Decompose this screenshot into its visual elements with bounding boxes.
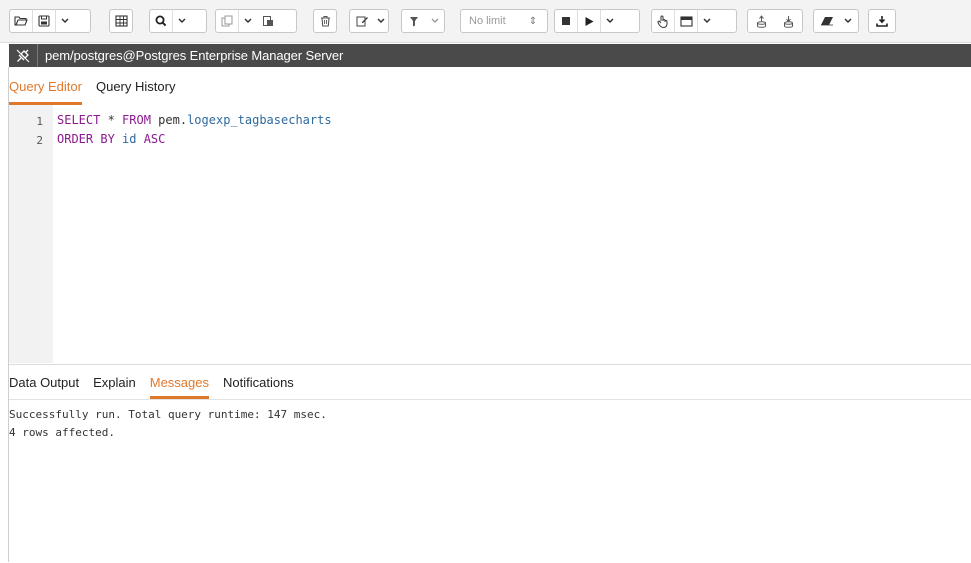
clear-group — [813, 9, 859, 33]
explain-analyze-button[interactable] — [675, 10, 697, 32]
edit-grid-button[interactable] — [110, 10, 132, 32]
stop-icon — [562, 17, 570, 25]
download-group — [868, 9, 896, 33]
hand-pointer-icon — [657, 15, 668, 28]
output-panel: Data Output Explain Messages Notificatio… — [9, 364, 971, 563]
save-options-caret[interactable] — [55, 10, 74, 32]
delete-group — [313, 9, 337, 33]
open-file-button[interactable] — [10, 10, 32, 32]
table-grid-icon — [114, 15, 128, 27]
message-line: Successfully run. Total query runtime: 1… — [9, 408, 327, 421]
save-icon — [38, 15, 50, 27]
execute-group — [554, 9, 640, 33]
commit-button[interactable] — [748, 10, 775, 32]
save-file-button[interactable] — [33, 10, 55, 32]
line-number: 2 — [36, 134, 43, 147]
rollback-button[interactable] — [775, 10, 802, 32]
query-toolbar: No limit ⇕ — [0, 0, 971, 43]
folder-open-icon — [14, 16, 28, 26]
clear-options-caret[interactable] — [840, 10, 856, 32]
tab-data-output[interactable]: Data Output — [9, 375, 79, 399]
line-number: 1 — [36, 115, 43, 128]
chevron-down-icon — [377, 18, 385, 24]
connection-label: pem/postgres@Postgres Enterprise Manager… — [45, 48, 344, 63]
tab-explain[interactable]: Explain — [93, 375, 136, 399]
message-line: 4 rows affected. — [9, 426, 115, 439]
paste-icon — [263, 16, 273, 26]
sql-keyword: SELECT — [57, 113, 101, 127]
chevron-down-icon — [244, 18, 252, 24]
sql-schema: pem. — [150, 113, 188, 127]
chevron-down-icon — [844, 18, 852, 24]
copy-icon — [221, 15, 233, 27]
tab-messages[interactable]: Messages — [149, 375, 209, 399]
download-icon — [876, 16, 888, 27]
edit-options-caret[interactable] — [374, 10, 388, 32]
stop-button[interactable] — [555, 10, 577, 32]
trash-icon — [320, 15, 330, 27]
plug-disconnected-icon — [16, 49, 30, 62]
tab-notifications[interactable]: Notifications — [223, 375, 294, 399]
chevron-down-icon — [606, 18, 614, 24]
delete-row-button[interactable] — [314, 10, 336, 32]
explain-options-caret[interactable] — [697, 10, 716, 32]
clear-button[interactable] — [814, 10, 840, 32]
line-number-gutter: 1 2 — [9, 105, 53, 363]
updown-arrows-icon: ⇕ — [528, 15, 538, 27]
tab-query-history[interactable]: Query History — [96, 79, 175, 105]
filter-group — [401, 9, 445, 33]
chevron-down-icon — [703, 18, 711, 24]
commit-icon — [757, 14, 766, 28]
window-icon — [679, 15, 693, 27]
eraser-icon — [821, 17, 833, 26]
search-icon — [155, 15, 167, 27]
sql-keyword: ORDER BY — [57, 132, 115, 146]
sql-operator: * — [100, 113, 123, 127]
chevron-down-icon — [178, 18, 186, 24]
grid-group — [109, 9, 133, 33]
play-icon — [585, 16, 594, 26]
messages-output: Successfully run. Total query runtime: 1… — [9, 406, 327, 442]
edit-group — [349, 9, 389, 33]
row-limit-select[interactable]: No limit ⇕ — [460, 9, 548, 33]
find-group — [149, 9, 207, 33]
output-tabs: Data Output Explain Messages Notificatio… — [9, 375, 971, 400]
execute-button[interactable] — [578, 10, 600, 32]
transaction-group — [747, 9, 803, 33]
tab-query-editor[interactable]: Query Editor — [9, 79, 82, 105]
find-options-caret[interactable] — [172, 10, 191, 32]
row-limit-value: No limit — [469, 15, 506, 27]
filter-icon — [410, 16, 418, 26]
copy-button[interactable] — [216, 10, 238, 32]
filter-button[interactable] — [402, 10, 426, 32]
explain-button[interactable] — [652, 10, 674, 32]
sql-column: id — [114, 132, 144, 146]
explain-group — [651, 9, 737, 33]
editor-tabs: Query Editor Query History — [9, 79, 971, 106]
code-line-1[interactable]: SELECT * FROM pem.logexp_tagbasecharts — [57, 113, 332, 127]
rollback-icon — [784, 15, 793, 28]
connection-status-icon[interactable] — [9, 44, 38, 67]
filter-options-caret[interactable] — [426, 10, 444, 32]
sql-editor[interactable]: 1 2 SELECT * FROM pem.logexp_tagbasechar… — [9, 105, 971, 363]
edit-button[interactable] — [350, 10, 374, 32]
code-line-2[interactable]: ORDER BY id ASC — [57, 132, 165, 146]
chevron-down-icon — [431, 18, 439, 23]
find-button[interactable] — [150, 10, 172, 32]
sql-table-name: logexp_tagbasecharts — [187, 113, 332, 127]
connection-bar[interactable]: pem/postgres@Postgres Enterprise Manager… — [9, 44, 971, 67]
paste-button[interactable] — [257, 10, 279, 32]
sql-keyword: ASC — [143, 132, 166, 146]
file-group — [9, 9, 91, 33]
execute-options-caret[interactable] — [600, 10, 619, 32]
copy-options-caret[interactable] — [238, 10, 257, 32]
chevron-down-icon — [61, 18, 69, 24]
download-button[interactable] — [869, 10, 895, 32]
clipboard-group — [215, 9, 297, 33]
edit-pencil-icon — [356, 16, 368, 27]
sql-keyword: FROM — [122, 113, 151, 127]
